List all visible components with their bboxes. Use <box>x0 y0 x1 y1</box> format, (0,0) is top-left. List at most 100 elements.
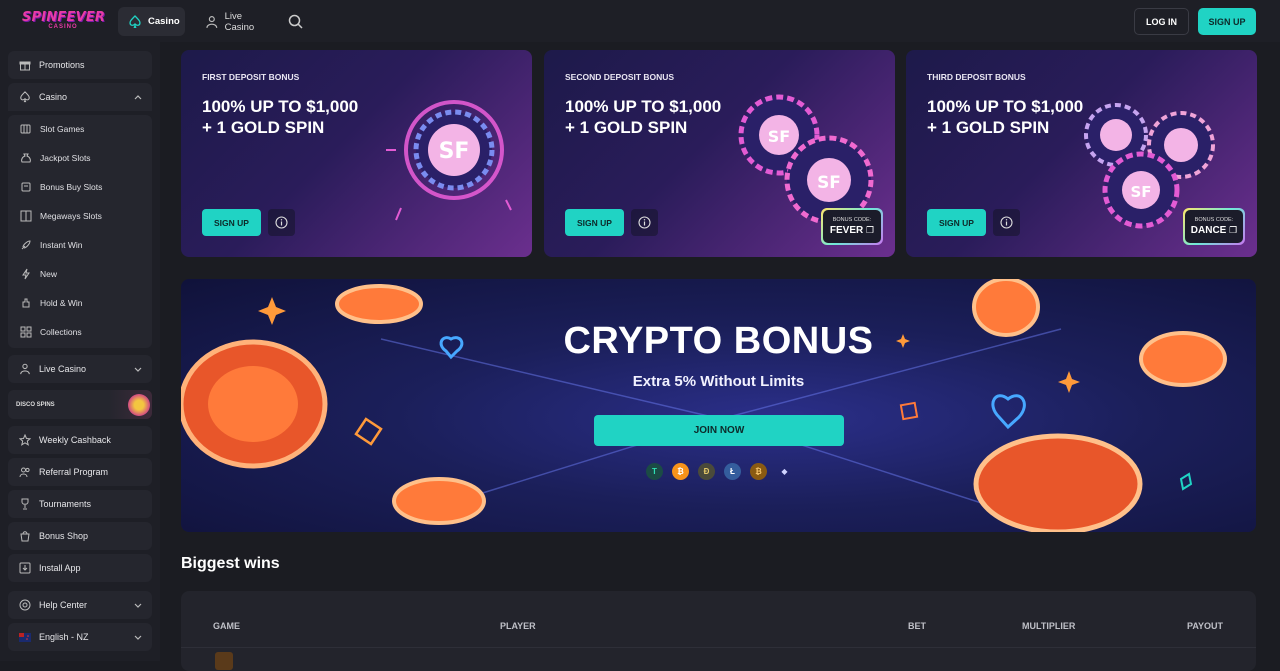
bonus-signup-button[interactable]: SIGN UP <box>202 209 261 236</box>
bonus-code-box[interactable]: BONUS CODE: FEVER ❐ <box>821 208 883 245</box>
bolt-icon <box>16 268 36 280</box>
info-icon <box>275 216 288 229</box>
sidebar-item-help-center[interactable]: Help Center <box>8 591 152 619</box>
bonus-code-inner: BONUS CODE: FEVER ❐ <box>823 210 881 243</box>
sidebar-item-bonus-shop[interactable]: Bonus Shop <box>8 522 152 550</box>
svg-text:SF: SF <box>1130 183 1151 201</box>
spade-icon <box>129 14 141 28</box>
bonus-card-line1: 100% UP TO $1,000 <box>565 97 722 116</box>
logo[interactable]: SPINFEVER CASINO <box>22 11 105 33</box>
login-button[interactable]: LOG IN <box>1134 8 1189 35</box>
info-button[interactable] <box>631 209 658 236</box>
dealer-icon <box>206 15 218 28</box>
sidebar-item-jackpot-slots[interactable]: Jackpot Slots <box>8 144 152 172</box>
copy-icon[interactable]: ❐ <box>866 225 874 235</box>
bonus-code-text: DANCE <box>1190 225 1227 236</box>
sidebar-item-label: Weekly Cashback <box>39 435 111 445</box>
bonus-card-line2: + 1 GOLD SPIN <box>565 118 688 137</box>
gift-icon <box>14 59 36 71</box>
flag-nz-icon <box>14 632 36 642</box>
column-header-player: PLAYER <box>500 621 536 631</box>
sidebar-item-label: Bonus Shop <box>39 531 89 541</box>
language-selector[interactable]: English - NZ <box>8 623 152 651</box>
copy-icon[interactable]: ❐ <box>1229 225 1237 235</box>
hand-icon <box>16 297 36 309</box>
info-icon <box>638 216 651 229</box>
sidebar-item-promotions[interactable]: Promotions <box>8 51 152 79</box>
info-button[interactable] <box>993 209 1020 236</box>
sidebar-item-label: Bonus Buy Slots <box>40 182 103 192</box>
sidebar-item-label: Referral Program <box>39 467 109 477</box>
bonus-code-label: BONUS CODE: <box>832 217 872 223</box>
crypto-coin-list: T ₿ Ð Ł ₿ ◆ <box>646 463 793 480</box>
bonus-signup-button[interactable]: SIGN UP <box>565 209 624 236</box>
sidebar-item-label: Live Casino <box>39 364 87 374</box>
bonus-card-line1: 100% UP TO $1,000 <box>202 97 359 116</box>
help-icon <box>14 599 36 611</box>
main-content: SF FIRST DEPOSIT BONUS 100% UP TO $1,000… <box>160 42 1280 671</box>
bonus-code-box[interactable]: BONUS CODE: DANCE ❐ <box>1183 208 1245 245</box>
language-label: English - NZ <box>39 632 89 642</box>
trophy-icon <box>14 498 36 510</box>
disco-spins-label: DISCO SPINS <box>16 401 55 408</box>
sidebar-item-hold-win[interactable]: Hold & Win <box>8 289 152 317</box>
column-header-multiplier: MULTIPLIER <box>1022 621 1076 631</box>
biggest-wins-table: GAME PLAYER BET MULTIPLIER PAYOUT <box>181 591 1256 671</box>
search-icon <box>288 14 303 29</box>
sidebar-item-weekly-cashback[interactable]: Weekly Cashback <box>8 426 152 454</box>
sidebar-item-label: Slot Games <box>40 124 85 134</box>
crypto-subtitle: Extra 5% Without Limits <box>632 373 805 390</box>
bonus-card-line1: 100% UP TO $1,000 <box>927 97 1084 116</box>
join-now-button[interactable]: JOIN NOW <box>594 415 844 446</box>
casino-submenu: Slot Games Jackpot Slots Bonus Buy Slots… <box>8 115 152 348</box>
column-header-payout: PAYOUT <box>1187 621 1224 631</box>
sidebar-item-slot-games[interactable]: Slot Games <box>8 115 152 143</box>
cart-icon <box>16 181 36 193</box>
sidebar-item-label: Tournaments <box>39 499 92 509</box>
disco-spins-banner[interactable]: DISCO SPINS <box>8 390 152 419</box>
bonus-code-inner: BONUS CODE: DANCE ❐ <box>1185 210 1243 243</box>
bonus-card-headline: 100% UP TO $1,000 + 1 GOLD SPIN <box>927 96 1127 138</box>
search-button[interactable] <box>282 7 308 36</box>
download-icon <box>14 562 36 574</box>
sidebar-item-megaways-slots[interactable]: Megaways Slots <box>8 202 152 230</box>
info-button[interactable] <box>268 209 295 236</box>
bonus-card-third[interactable]: SF THIRD DEPOSIT BONUS 100% UP TO $1,000… <box>906 50 1257 257</box>
nav-live-casino[interactable]: Live Casino <box>195 7 273 36</box>
ethereum-icon: ◆ <box>781 467 788 476</box>
game-thumbnail <box>215 652 233 670</box>
top-bar: SPINFEVER CASINO Casino Live Casino LOG … <box>0 0 1280 42</box>
sidebar-item-live-casino[interactable]: Live Casino <box>8 355 152 383</box>
signup-button[interactable]: SIGN UP <box>1198 8 1256 35</box>
nav-casino[interactable]: Casino <box>118 7 185 36</box>
sidebar-item-collections[interactable]: Collections <box>8 318 152 346</box>
crypto-banner-art <box>181 279 1227 532</box>
bonus-card-title: SECOND DEPOSIT BONUS <box>565 72 675 82</box>
sidebar-item-install-app[interactable]: Install App <box>8 554 152 582</box>
sidebar-item-referral-program[interactable]: Referral Program <box>8 458 152 486</box>
bitcoin-cash-icon: ₿ <box>750 463 767 480</box>
bonus-code-value: FEVER ❐ <box>830 225 874 236</box>
sidebar-item-tournaments[interactable]: Tournaments <box>8 490 152 518</box>
bonus-card-headline: 100% UP TO $1,000 + 1 GOLD SPIN <box>202 96 402 138</box>
sidebar-item-bonus-buy-slots[interactable]: Bonus Buy Slots <box>8 173 152 201</box>
sidebar-item-label: Megaways Slots <box>40 211 102 221</box>
bonus-card-second[interactable]: SF SF SECOND DEPOSIT BONUS 100% UP TO $1… <box>544 50 895 257</box>
crypto-title: CRYPTO BONUS <box>563 320 874 362</box>
bonus-card-first[interactable]: SF FIRST DEPOSIT BONUS 100% UP TO $1,000… <box>181 50 532 257</box>
nav-casino-label: Casino <box>148 16 180 27</box>
bonus-card-title: THIRD DEPOSIT BONUS <box>927 72 1026 82</box>
table-row[interactable] <box>181 647 1256 671</box>
chip-illustration: SF <box>386 100 512 221</box>
bag-icon <box>16 152 36 164</box>
rocket-icon <box>16 239 36 251</box>
sidebar-item-instant-win[interactable]: Instant Win <box>8 231 152 259</box>
sidebar-item-label: Install App <box>39 563 81 573</box>
bitcoin-icon: ₿ <box>672 463 689 480</box>
crypto-bonus-banner: CRYPTO BONUS Extra 5% Without Limits JOI… <box>181 279 1256 532</box>
sidebar-item-casino[interactable]: Casino <box>8 83 152 111</box>
spade-icon <box>14 91 36 103</box>
info-icon <box>1000 216 1013 229</box>
bonus-signup-button[interactable]: SIGN UP <box>927 209 986 236</box>
sidebar-item-new[interactable]: New <box>8 260 152 288</box>
